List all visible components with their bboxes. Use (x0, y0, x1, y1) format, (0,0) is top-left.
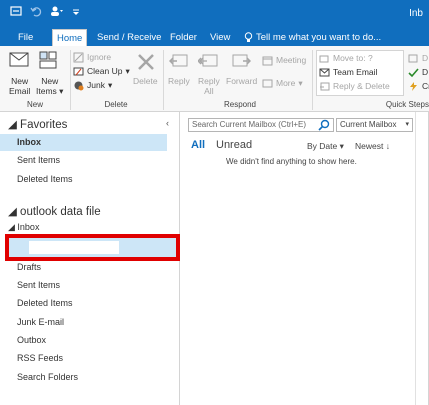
chevron-down-icon: ▾ (405, 121, 409, 128)
window-title: Inb (409, 8, 423, 19)
undo-icon[interactable] (30, 5, 42, 21)
account-header[interactable]: ◢ outlook data file (8, 204, 101, 218)
folder-outbox[interactable]: Outbox (0, 332, 167, 349)
new-email-button[interactable]: New Email (9, 76, 30, 96)
junk-button[interactable]: Junk ▾ (73, 80, 112, 91)
favorites-header[interactable]: ◢ Favorites (8, 117, 67, 131)
meeting-button[interactable]: Meeting (262, 55, 306, 66)
tab-folder[interactable]: Folder (166, 29, 201, 46)
quickstep-d1-icon (408, 54, 418, 63)
tab-view[interactable]: View (206, 29, 234, 46)
delete-button[interactable]: Delete (133, 76, 158, 86)
folder-junk-email[interactable]: Junk E-mail (0, 314, 167, 331)
collapse-folder-pane-icon[interactable]: ‹ (166, 118, 169, 128)
new-items-button[interactable]: New Items ▾ (36, 76, 63, 96)
ribbon: New Email New Items ▾ New Ignore Clean Up ▾… (0, 46, 429, 112)
meeting-icon (262, 56, 273, 66)
ribbon-tabs: File Home Send / Receive Folder View Tel… (0, 27, 429, 46)
search-scope-dropdown[interactable]: Current Mailbox ▾ (336, 118, 413, 132)
quickstep-c1[interactable]: Cr (408, 81, 429, 92)
tab-home[interactable]: Home (52, 29, 88, 46)
filter-unread-tab[interactable]: Unread (216, 139, 252, 151)
reply-delete-icon (320, 82, 330, 91)
account-icon[interactable] (50, 5, 64, 21)
reply-delete-quickstep[interactable]: Reply & Delete (319, 81, 390, 92)
team-email-quickstep[interactable]: Team Email (319, 67, 377, 78)
search-icon[interactable] (317, 118, 331, 132)
lightbulb-icon (244, 32, 253, 42)
tab-file[interactable]: File (14, 29, 37, 46)
checkmark-icon (408, 68, 419, 78)
inbox-folder-header[interactable]: ◢ Inbox (8, 222, 39, 233)
tell-me-text: Tell me what you want to do... (256, 32, 382, 43)
folder-drafts[interactable]: Drafts (0, 259, 167, 276)
ribbon-separator (312, 50, 313, 110)
folder-rss-feeds[interactable]: RSS Feeds (0, 350, 167, 367)
message-list-pane (181, 112, 429, 405)
reply-all-icon (197, 52, 218, 72)
quickstep-d1[interactable]: D (408, 53, 428, 64)
respond-group-label: Respond (223, 100, 257, 109)
empty-list-message: We didn't find anything to show here. (226, 157, 357, 166)
tell-me-box[interactable]: Tell me what you want to do... (240, 29, 385, 46)
delete-group-label: Delete (104, 100, 128, 109)
title-bar: Inb (0, 0, 429, 27)
customize-qat-icon[interactable] (72, 5, 80, 21)
favorites-inbox[interactable]: Inbox (0, 134, 167, 151)
clean-up-button[interactable]: Clean Up ▾ (73, 66, 130, 77)
move-to-quickstep[interactable]: Move to: ? (319, 53, 373, 64)
reply-icon (168, 52, 189, 72)
more-respond-icon (262, 79, 273, 88)
sort-direction-button[interactable]: Newest ↓ (355, 141, 390, 151)
favorites-sent-items[interactable]: Sent Items (0, 152, 167, 169)
delete-icon (136, 52, 156, 74)
quick-access-toolbar (10, 5, 80, 21)
tab-send-receive[interactable]: Send / Receive (93, 29, 165, 46)
ribbon-separator (163, 50, 164, 110)
folder-deleted-items[interactable]: Deleted Items (0, 295, 167, 312)
folder-sent-items[interactable]: Sent Items (0, 277, 167, 294)
clean-up-icon (73, 67, 84, 76)
new-group-label: New (26, 100, 43, 109)
sort-by-dropdown[interactable]: By Date ▾ (307, 141, 344, 152)
move-to-icon (319, 55, 329, 63)
filter-all-tab[interactable]: All (191, 139, 205, 151)
forward-button[interactable]: Forward (226, 76, 257, 86)
new-items-icon (38, 50, 58, 72)
ignore-button[interactable]: Ignore (73, 52, 111, 63)
forward-icon (231, 52, 252, 72)
subfolder-name-edit-field[interactable] (29, 241, 119, 254)
highlighted-folder-box (5, 234, 180, 261)
folder-search-folders[interactable]: Search Folders (0, 369, 167, 386)
quickstep-d2[interactable]: D (408, 67, 428, 78)
quick-steps-group-label: Quick Steps (385, 100, 429, 109)
team-email-icon (319, 68, 330, 77)
pane-divider (415, 112, 416, 405)
more-respond-button[interactable]: More ▾ (262, 78, 303, 89)
new-email-icon (9, 50, 29, 70)
search-input[interactable]: Search Current Mailbox (Ctrl+E) (188, 118, 334, 132)
reply-all-button[interactable]: Reply All (198, 76, 220, 96)
reply-button[interactable]: Reply (168, 76, 190, 86)
lightning-icon (410, 82, 417, 91)
junk-icon (74, 81, 84, 91)
ribbon-separator (70, 50, 71, 110)
ignore-icon (73, 52, 84, 63)
send-receive-all-icon[interactable] (10, 5, 22, 21)
favorites-deleted-items[interactable]: Deleted Items (0, 171, 167, 188)
